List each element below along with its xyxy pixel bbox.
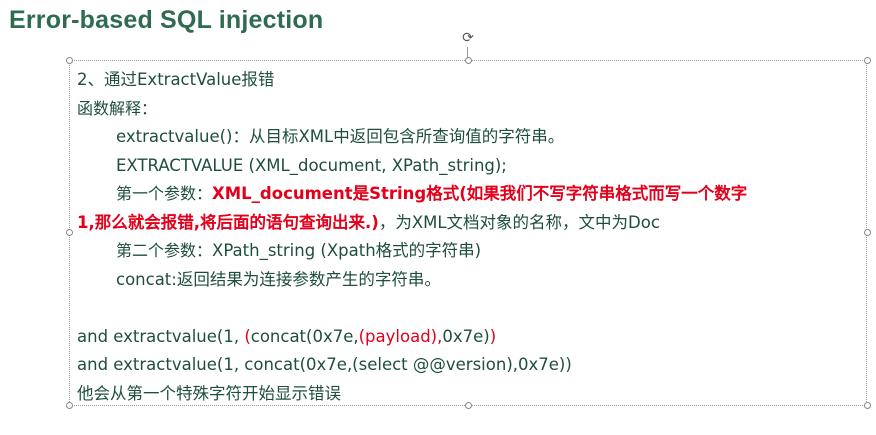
resize-handle-top-left[interactable] (66, 57, 73, 64)
example1-payload: (payload), (358, 326, 443, 346)
param1-line-continued: 1,那么就会报错,将后面的语句查询出来.)，为XML文档对象的名称，文中为Doc (77, 209, 857, 238)
resize-handle-top-right[interactable] (864, 57, 871, 64)
param1-label: 第一个参数： (116, 184, 213, 203)
function-description: extractvalue()：从目标XML中返回包含所查询值的字符串。 (116, 127, 565, 146)
param2-line: 第二个参数：XPath_string (Xpath格式的字符串) (77, 237, 857, 266)
resize-handle-middle-right[interactable] (864, 229, 871, 236)
example1-paren-close: ) (489, 326, 497, 346)
rotate-handle-icon[interactable]: ⟳ (461, 31, 475, 45)
param1-line: 第一个参数：XML_document是String格式(如果我们不写字符串格式而… (77, 180, 857, 209)
resize-handle-top-center[interactable] (465, 57, 472, 64)
example1-part-a: and extractvalue(1, (77, 326, 245, 346)
textbox-content[interactable]: 2、通过ExtractValue报错 函数解释： extractvalue()：… (77, 66, 857, 408)
function-explanation-label: 函数解释： (77, 98, 158, 118)
param1-rest: ，为XML文档对象的名称，文中为Doc (378, 212, 660, 232)
resize-handle-bottom-left[interactable] (66, 402, 73, 409)
param2-label: 第二个参数： (116, 241, 213, 260)
section-heading: 2、通过ExtractValue报错 (77, 70, 275, 89)
example-payload-line: and extractvalue(1, (concat(0x7e,(payloa… (77, 323, 857, 352)
example-version-line: and extractvalue(1, concat(0x7e,(select … (77, 355, 572, 374)
function-syntax: EXTRACTVALUE (XML_document, XPath_string… (116, 155, 507, 175)
param1-highlight-a: XML_document是String格式(如果我们不写字符串格式而写一个数字 (212, 184, 748, 203)
resize-handle-bottom-right[interactable] (864, 402, 871, 409)
example1-part-e: 0x7e) (442, 326, 490, 346)
param2-text: XPath_string (Xpath格式的字符串) (212, 241, 482, 260)
error-note: 他会从第一个特殊字符开始显示错误 (77, 383, 341, 403)
slide-title: Error-based SQL injection (9, 6, 324, 34)
param1-highlight-b: 1,那么就会报错,将后面的语句查询出来.) (77, 212, 379, 232)
concat-description: concat:返回结果为连接参数产生的字符串。 (116, 269, 441, 289)
example1-part-c: concat(0x7e, (250, 326, 359, 346)
resize-handle-middle-left[interactable] (66, 229, 73, 236)
